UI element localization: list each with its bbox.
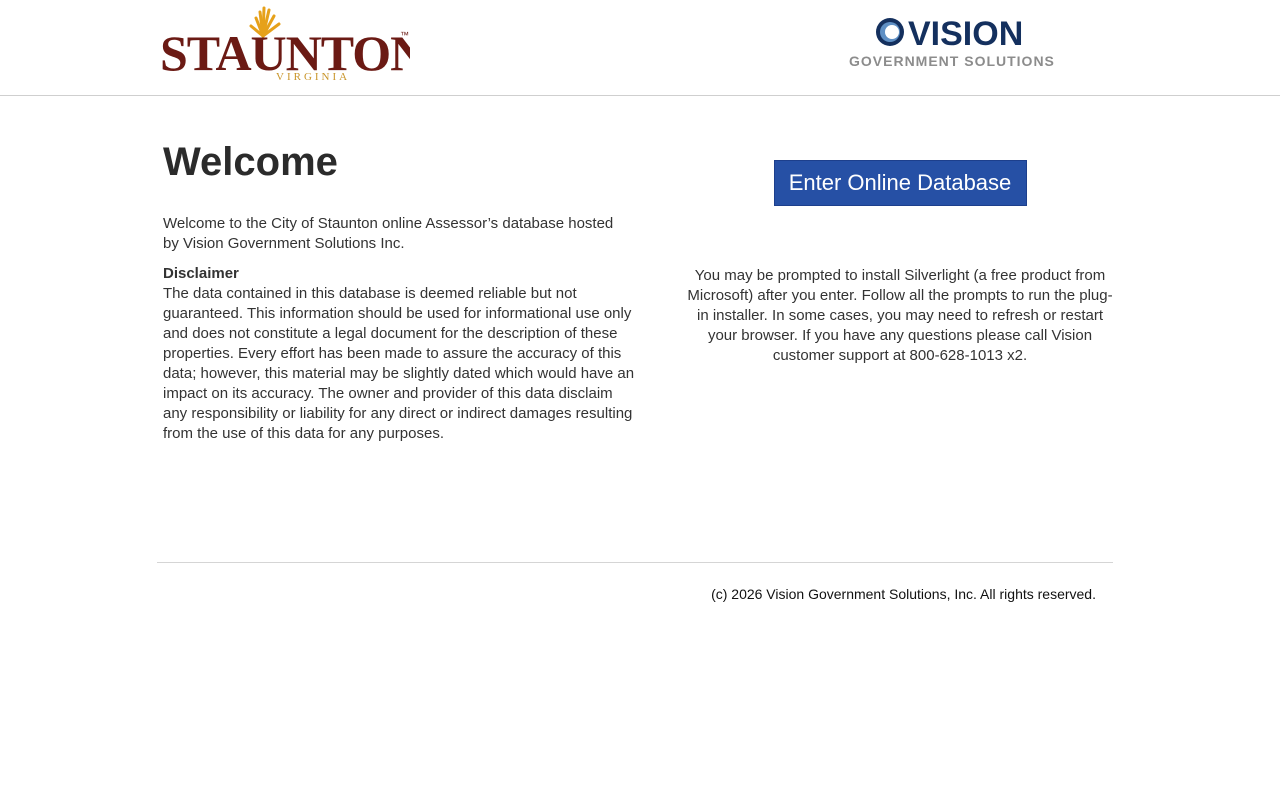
- svg-text:GOVERNMENT SOLUTIONS: GOVERNMENT SOLUTIONS: [849, 53, 1055, 69]
- entry-section: Enter Online Database You may be prompte…: [684, 160, 1116, 366]
- svg-text:™: ™: [400, 30, 409, 40]
- vision-swirl-icon: [876, 18, 904, 46]
- page-title: Welcome: [163, 140, 338, 184]
- copyright-text: (c) 2026 Vision Government Solutions, In…: [711, 586, 1096, 602]
- svg-text:VIRGINIA: VIRGINIA: [276, 71, 350, 83]
- disclaimer: Disclaimer The data contained in this da…: [163, 264, 638, 444]
- site-header: STAUNTON ™ VIRGINIA VISION GOVERNMENT SO…: [0, 0, 1280, 96]
- footer-divider: [157, 562, 1113, 563]
- svg-text:VISION: VISION: [908, 15, 1023, 53]
- intro-text: Welcome to the City of Staunton online A…: [163, 215, 614, 252]
- staunton-logo[interactable]: STAUNTON ™ VIRGINIA: [160, 4, 410, 84]
- disclaimer-body: The data contained in this database is d…: [163, 285, 635, 442]
- vision-logo[interactable]: VISION GOVERNMENT SOLUTIONS: [846, 14, 1056, 72]
- enter-online-database-button[interactable]: Enter Online Database: [773, 160, 1027, 206]
- disclaimer-heading: Disclaimer: [163, 265, 239, 282]
- welcome-section: Welcome Welcome to the City of Staunton …: [163, 138, 638, 444]
- main-content: Welcome Welcome to the City of Staunton …: [0, 96, 1280, 800]
- silverlight-note: You may be prompted to install Silverlig…: [687, 267, 1113, 364]
